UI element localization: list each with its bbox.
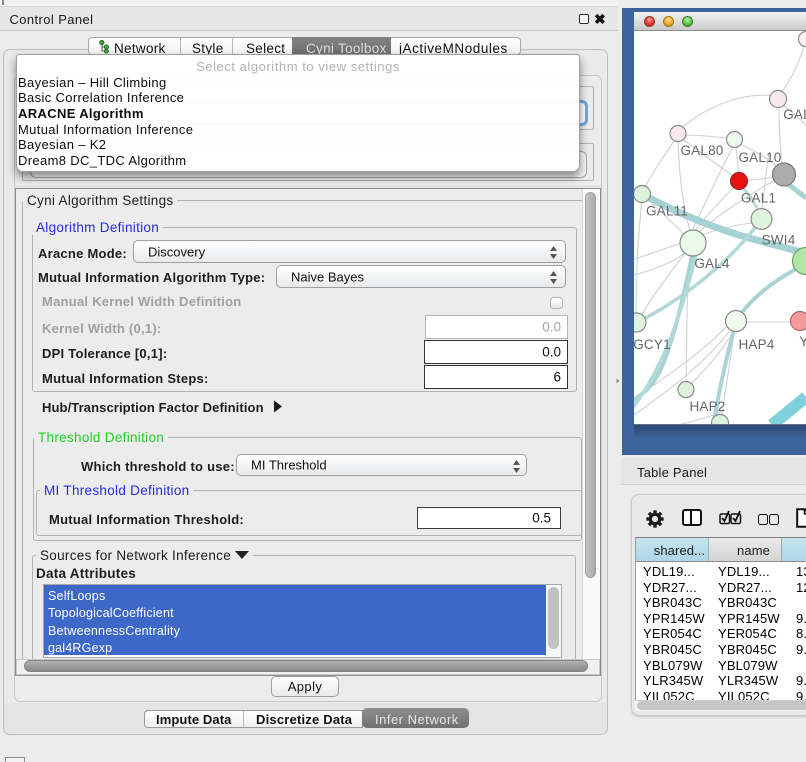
svg-text:HAP2: HAP2: [689, 399, 725, 414]
svg-text:GAL80: GAL80: [680, 143, 723, 158]
svg-text:GCY1: GCY1: [634, 337, 671, 352]
svg-text:Y: Y: [799, 334, 806, 349]
svg-text:GAL1: GAL1: [741, 191, 776, 206]
svg-text:GAL10: GAL10: [738, 150, 781, 165]
svg-text:SWI4: SWI4: [762, 233, 796, 248]
svg-text:GAL: GAL: [783, 107, 806, 122]
svg-text:GAL4: GAL4: [694, 256, 730, 271]
svg-text:HAP4: HAP4: [738, 337, 774, 352]
svg-text:GAL11: GAL11: [646, 204, 688, 219]
